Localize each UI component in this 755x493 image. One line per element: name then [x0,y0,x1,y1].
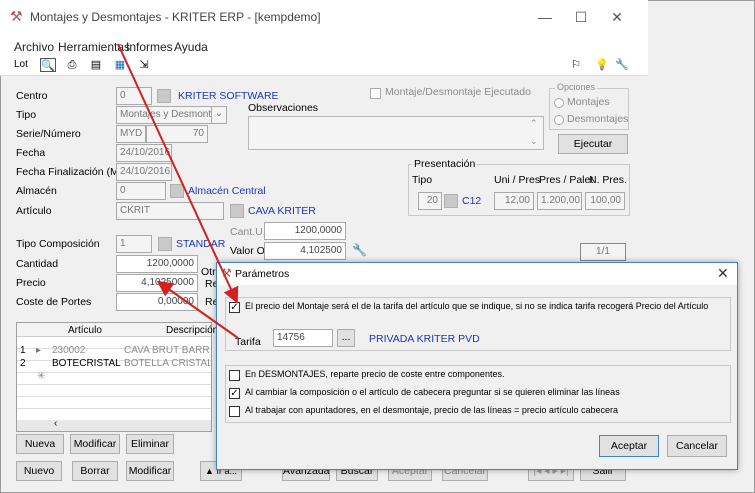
arrow-tarifa-to-precio [156,280,239,339]
arrow-menu-to-option [117,43,239,304]
annotation-arrows [117,43,239,339]
